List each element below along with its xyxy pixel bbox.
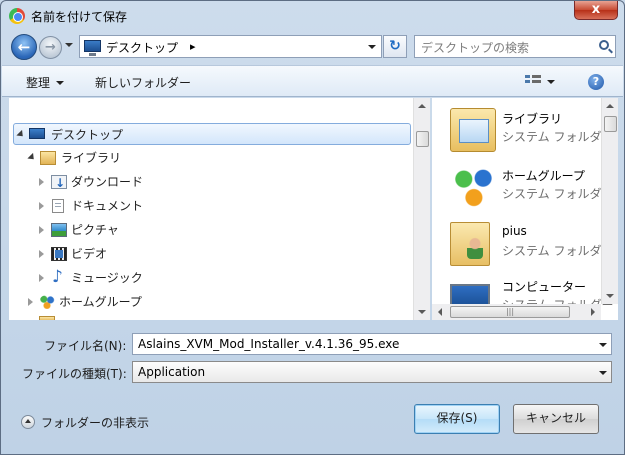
filetype-select[interactable]: Application xyxy=(132,361,612,383)
filetype-label: ファイルの種類(T): xyxy=(22,367,127,381)
filename-input[interactable]: Aslains_XVM_Mod_Installer_v.4.1.36_95.ex… xyxy=(132,333,612,355)
address-breadcrumb-desktop[interactable]: デスクトップ xyxy=(106,39,178,56)
save-button[interactable]: 保存(S) xyxy=(414,404,500,434)
content-item-name: ホームグループ xyxy=(502,169,585,183)
change-view-icon[interactable] xyxy=(525,75,541,88)
download-folder-icon xyxy=(51,172,67,194)
tree-item-pictures[interactable]: ピクチャ xyxy=(9,219,409,241)
tree-item-label: ピクチャ xyxy=(71,223,119,237)
chevron-down-icon[interactable] xyxy=(599,343,607,347)
scrollbar-thumb[interactable]: ||| xyxy=(450,306,570,318)
search-box[interactable]: デスクトップの検索 xyxy=(414,35,616,58)
content-item-name: コンピューター xyxy=(502,280,587,294)
tree-item-label: ミュージック xyxy=(71,271,143,285)
content-pane: ライブラリ システム フォルダー ホームグループ システム フォルダー pius… xyxy=(432,98,618,320)
title-bar: 名前を付けて保存 x xyxy=(1,1,624,29)
view-options-dropdown-icon[interactable] xyxy=(547,80,555,84)
tree-item-downloads[interactable]: ダウンロード xyxy=(9,171,409,194)
breadcrumb-separator-icon[interactable]: ▸ xyxy=(190,40,196,53)
scroll-down-icon[interactable] xyxy=(418,310,426,314)
content-item-type: システム フォルダー xyxy=(502,244,614,258)
navigation-tree-pane: デスクトップ ライブラリ ダウンロード ドキュメント ピクチャ ビデオ xyxy=(9,98,430,320)
tree-item-label: ダウンロード xyxy=(71,175,144,189)
address-dropdown-icon[interactable] xyxy=(368,45,376,49)
content-item-type: システム フォルダー xyxy=(502,130,614,144)
cancel-button[interactable]: キャンセル xyxy=(513,404,599,434)
expand-arrow-icon[interactable] xyxy=(16,129,26,140)
document-icon xyxy=(52,199,64,213)
search-icon[interactable] xyxy=(599,40,609,50)
chrome-app-icon xyxy=(9,8,25,24)
tree-item-desktop[interactable]: デスクトップ xyxy=(13,123,411,145)
organize-label: 整理 xyxy=(26,76,51,90)
desktop-icon xyxy=(29,128,45,139)
library-icon xyxy=(40,151,56,165)
content-item-homegroup[interactable]: ホームグループ システム フォルダー xyxy=(450,163,613,215)
tree-vertical-scrollbar[interactable] xyxy=(413,98,430,320)
hide-folders-label[interactable]: フォルダーの非表示 xyxy=(41,414,149,431)
content-item-name: pius xyxy=(502,224,527,238)
address-bar[interactable]: デスクトップ ▸ xyxy=(79,35,382,58)
filename-value[interactable]: Aslains_XVM_Mod_Installer_v.4.1.36_95.ex… xyxy=(138,337,399,351)
user-folder-icon xyxy=(450,222,490,266)
expand-arrow-icon[interactable] xyxy=(28,298,33,306)
tree-item-label: ドキュメント xyxy=(71,199,144,213)
tree-item-homegroup[interactable]: ホームグループ xyxy=(9,291,409,313)
homegroup-icon xyxy=(450,165,496,209)
content-item-name: ライブラリ xyxy=(502,112,563,126)
tree-item-library[interactable]: ライブラリ xyxy=(9,147,409,169)
tree-item-label: ホームグループ xyxy=(59,295,142,309)
content-vertical-scrollbar[interactable] xyxy=(601,98,618,304)
scroll-down-icon[interactable] xyxy=(606,294,614,298)
library-icon xyxy=(450,108,496,152)
collapse-arrow-icon[interactable] xyxy=(21,415,35,429)
search-input[interactable]: デスクトップの検索 xyxy=(421,39,529,56)
recent-locations-dropdown[interactable] xyxy=(65,43,73,47)
music-icon xyxy=(51,266,67,288)
content-horizontal-scrollbar[interactable]: ||| xyxy=(432,304,601,320)
content-item-type: システム フォルダー xyxy=(502,187,614,201)
content-item-library[interactable]: ライブラリ システム フォルダー xyxy=(450,106,613,158)
scroll-left-icon[interactable] xyxy=(438,308,442,316)
navigation-bar: ← → デスクトップ ▸ ↻ デスクトップの検索 xyxy=(1,29,624,65)
tree-item-label: デスクトップ xyxy=(51,128,124,142)
video-icon xyxy=(51,247,67,261)
homegroup-icon xyxy=(39,295,55,309)
picture-icon xyxy=(51,223,67,237)
expand-arrow-icon[interactable] xyxy=(27,152,37,163)
command-toolbar: 整理 新しいフォルダー ? xyxy=(2,65,623,97)
window-title: 名前を付けて保存 xyxy=(31,10,128,24)
filename-label: ファイル名(N): xyxy=(44,339,127,353)
scroll-right-icon[interactable] xyxy=(591,308,595,316)
tree-item-label: ビデオ xyxy=(71,247,108,261)
tree-item-label: ライブラリ xyxy=(61,151,122,165)
scrollbar-thumb[interactable] xyxy=(604,116,617,132)
expand-arrow-icon[interactable] xyxy=(39,226,44,234)
desktop-icon xyxy=(84,40,101,56)
chevron-down-icon xyxy=(56,81,65,85)
expand-arrow-icon[interactable] xyxy=(39,274,44,282)
forward-button[interactable]: → xyxy=(39,36,62,59)
folder-icon xyxy=(39,316,55,320)
chevron-down-icon[interactable] xyxy=(599,371,607,375)
back-button[interactable]: ← xyxy=(11,34,37,60)
refresh-button[interactable]: ↻ xyxy=(383,35,407,58)
expand-arrow-icon[interactable] xyxy=(39,178,44,186)
scroll-up-icon[interactable] xyxy=(606,104,614,108)
save-as-dialog: 名前を付けて保存 x ← → デスクトップ ▸ ↻ デスクトップの検索 整理 新… xyxy=(0,0,625,455)
filetype-value: Application xyxy=(138,365,206,379)
close-button[interactable]: x xyxy=(574,1,618,20)
organize-button[interactable]: 整理 xyxy=(26,74,65,91)
tree-item-documents[interactable]: ドキュメント xyxy=(9,195,409,217)
scrollbar-thumb[interactable] xyxy=(416,131,429,147)
scroll-up-icon[interactable] xyxy=(418,104,426,108)
expand-arrow-icon[interactable] xyxy=(39,250,44,258)
new-folder-button[interactable]: 新しいフォルダー xyxy=(95,74,191,91)
tree-item-music[interactable]: ミュージック xyxy=(9,266,409,289)
tree-item-videos[interactable]: ビデオ xyxy=(9,243,409,265)
expand-arrow-icon[interactable] xyxy=(39,202,44,210)
content-item-user-folder[interactable]: pius システム フォルダー xyxy=(450,220,613,272)
help-icon[interactable]: ? xyxy=(588,74,604,90)
